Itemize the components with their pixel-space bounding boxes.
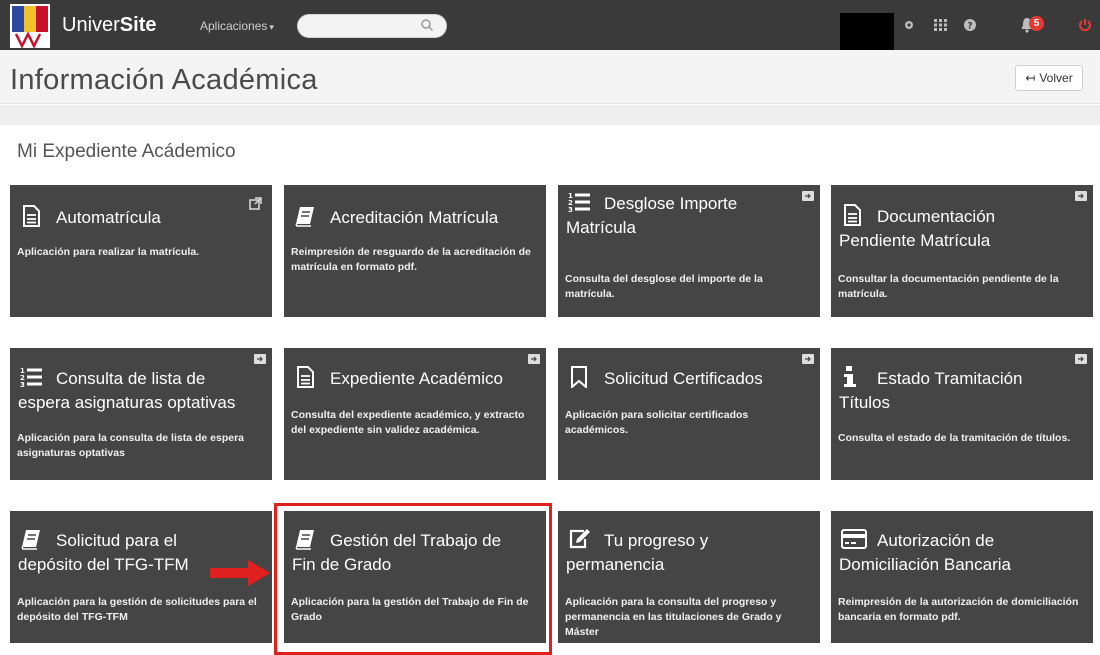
- tile-lista-espera-optativas[interactable]: 1 2 3 Consulta de lista de espera asignatur…: [10, 348, 272, 480]
- tile-title: Solicitud para el depósito del TFG-TFM: [18, 531, 189, 574]
- tile-desglose-importe-matricula[interactable]: 1 2 3 Desglose Importe Matrícula Consulta d…: [558, 185, 820, 317]
- tile-description: Aplicación para la gestión de solicitude…: [17, 596, 257, 623]
- sign-in-icon: [802, 354, 814, 364]
- user-avatar[interactable]: [840, 13, 894, 50]
- tile-description: Consulta del desglose del importe de la …: [565, 273, 763, 300]
- applications-menu[interactable]: Aplicaciones ▾: [200, 19, 274, 33]
- tile-title: Solicitud Certificados: [604, 369, 763, 388]
- document-icon: [297, 366, 314, 388]
- brand-prefix: Univer: [62, 14, 120, 36]
- tile-autorizacion-domiciliacion[interactable]: Autorización de Domiciliación Bancaria R…: [831, 511, 1093, 643]
- tile-title: Expediente Académico: [330, 369, 503, 388]
- back-button[interactable]: ↤ Volver: [1015, 65, 1083, 91]
- tile-description: Consulta del expediente académico, y ext…: [291, 409, 525, 436]
- svg-text:3: 3: [20, 381, 25, 388]
- caret-down-icon: ▾: [269, 22, 274, 32]
- page-header: Información Académica ↤ Volver: [0, 50, 1100, 104]
- book-icon: [295, 207, 314, 227]
- credit-card-icon: [841, 529, 867, 549]
- tile-gestion-trabajo-fin-grado[interactable]: Gestión del Trabajo de Fin de Grado Apli…: [284, 511, 546, 643]
- page-title: Información Académica: [10, 64, 318, 96]
- tile-description: Reimpresión de resguardo de la acreditac…: [291, 246, 531, 273]
- tile-description: Aplicación para la consulta de lista de …: [17, 432, 245, 459]
- university-logo[interactable]: [10, 4, 50, 48]
- tile-automatricula[interactable]: Automatrícula Aplicación para realizar l…: [10, 185, 272, 317]
- brand-bold: Site: [119, 14, 157, 36]
- tile-progreso-permanencia[interactable]: Tu progreso y permanencia Aplicación par…: [558, 511, 820, 643]
- tile-title: Desglose Importe Matrícula: [566, 194, 738, 237]
- power-icon[interactable]: [1075, 15, 1095, 35]
- book-icon: [21, 530, 40, 550]
- numbered-list-icon: 123: [20, 367, 42, 388]
- tile-description: Aplicación para realizar la matrícula.: [17, 246, 200, 258]
- tile-title: Consulta de lista de espera asignaturas …: [18, 369, 236, 412]
- tile-description: Aplicación para la consulta del progreso…: [565, 596, 782, 638]
- header-divider: [0, 105, 1100, 125]
- document-icon: [23, 205, 40, 227]
- book-icon: [295, 530, 314, 550]
- tile-description: Consultar la documentación pendiente de …: [838, 273, 1059, 300]
- section-title: Mi Expediente Acádemico: [17, 141, 236, 162]
- tile-description: Reimpresión de la autorización de domici…: [838, 596, 1079, 623]
- search-input[interactable]: [308, 18, 413, 34]
- help-icon[interactable]: ?: [960, 15, 980, 35]
- tile-expediente-academico[interactable]: Expediente Académico Consulta del expedi…: [284, 348, 546, 480]
- svg-text:?: ?: [967, 22, 972, 32]
- tile-title: Automatrícula: [56, 208, 161, 227]
- document-icon: [844, 204, 861, 226]
- tile-documentacion-pendiente[interactable]: Documentación Pendiente Matrícula Consul…: [831, 185, 1093, 317]
- sign-in-icon: [1075, 191, 1087, 201]
- tile-title: Estado Tramitación Títulos: [839, 369, 1023, 412]
- tile-solicitud-certificados[interactable]: Solicitud Certificados Aplicación para s…: [558, 348, 820, 480]
- tile-title: Acreditación Matrícula: [330, 208, 499, 227]
- search-box: [297, 14, 447, 38]
- tile-acreditacion-matricula[interactable]: Acreditación Matrícula Reimpresión de re…: [284, 185, 546, 317]
- sign-in-icon: [254, 354, 266, 364]
- notification-badge: 5: [1029, 16, 1044, 31]
- sign-in-icon: [802, 191, 814, 201]
- sign-in-icon: [528, 354, 540, 364]
- tile-description: Consulta el estado de la tramitación de …: [838, 432, 1071, 444]
- search-icon[interactable]: [420, 18, 434, 32]
- grid-icon[interactable]: [930, 15, 950, 35]
- top-navbar: UniverSite Aplicaciones ▾ ? 5: [0, 0, 1100, 50]
- arrow-right-icon: [210, 560, 270, 586]
- tile-description: Aplicación para solicitar certificados a…: [565, 409, 749, 436]
- external-link-icon: [249, 197, 262, 210]
- back-button-label: Volver: [1039, 71, 1073, 85]
- edit-icon: [569, 529, 590, 549]
- sign-in-icon: [1075, 354, 1087, 364]
- tile-estado-tramitacion-titulos[interactable]: Estado Tramitación Títulos Consulta el e…: [831, 348, 1093, 480]
- back-arrow-icon: ↤: [1025, 71, 1036, 85]
- info-icon: [844, 366, 856, 387]
- brand-name[interactable]: UniverSite: [62, 14, 156, 37]
- applications-menu-label: Aplicaciones: [200, 19, 268, 33]
- svg-text:3: 3: [568, 206, 573, 213]
- tile-description: Aplicación para la gestión del Trabajo d…: [291, 596, 529, 623]
- bookmark-icon: [571, 366, 587, 388]
- gear-icon[interactable]: [899, 15, 919, 35]
- tile-title: Gestión del Trabajo de Fin de Grado: [292, 531, 502, 574]
- numbered-list-icon: 123: [568, 192, 590, 213]
